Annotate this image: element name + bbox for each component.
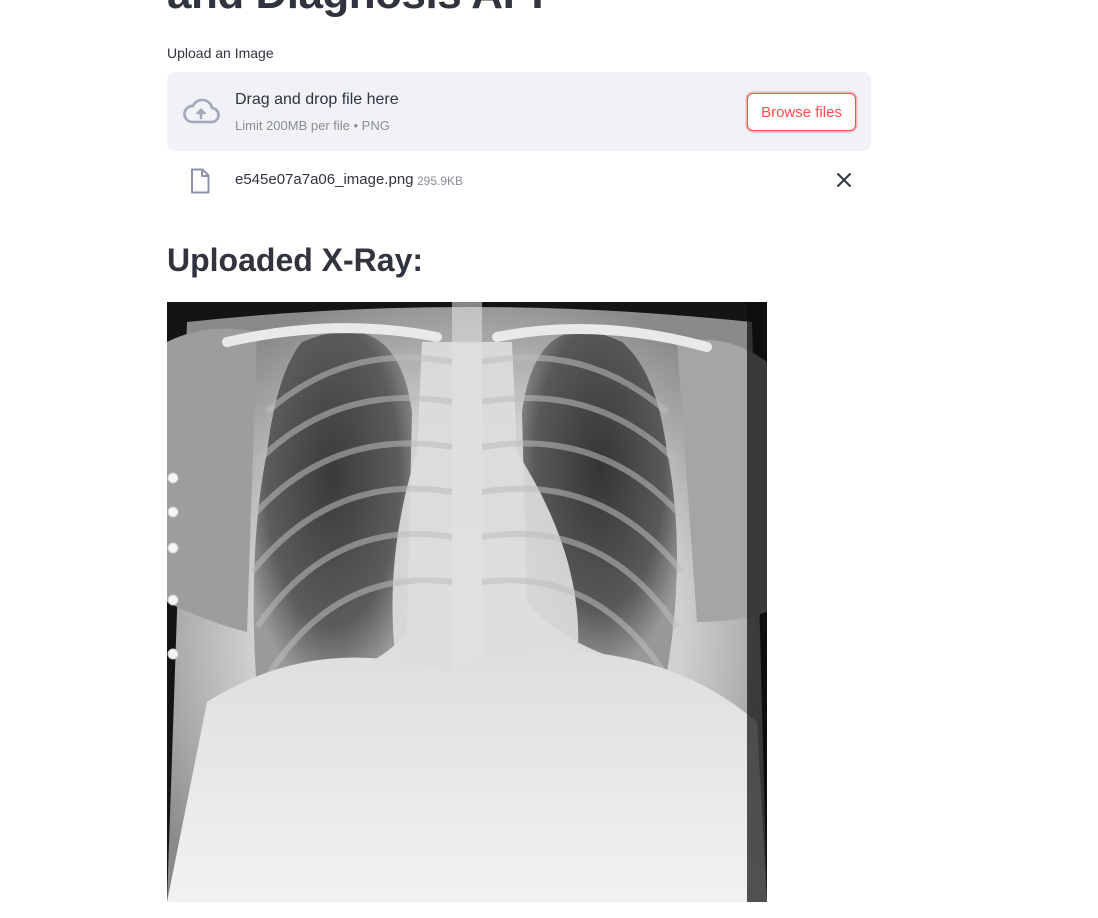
app-title: and Diagnosis API bbox=[167, 0, 544, 18]
cloud-upload-icon bbox=[183, 98, 220, 124]
uploaded-file-row: e545e07a7a06_image.png 295.9KB bbox=[167, 160, 871, 202]
file-dropzone[interactable]: Drag and drop file here Limit 200MB per … bbox=[167, 72, 871, 151]
close-icon[interactable] bbox=[833, 169, 855, 191]
uploaded-file-size: 295.9KB bbox=[417, 174, 464, 188]
uploaded-file-name: e545e07a7a06_image.png bbox=[235, 171, 414, 188]
xray-image bbox=[167, 302, 767, 902]
uploaded-xray-heading: Uploaded X-Ray: bbox=[167, 242, 424, 278]
chest-xray-illustration bbox=[167, 302, 767, 902]
file-icon bbox=[191, 168, 210, 194]
page: and Diagnosis API Upload an Image Drag a… bbox=[0, 0, 1098, 918]
dropzone-title: Drag and drop file here bbox=[235, 91, 399, 108]
upload-label: Upload an Image bbox=[167, 45, 274, 61]
browse-files-button[interactable]: Browse files bbox=[747, 93, 856, 131]
dropzone-limit: Limit 200MB per file • PNG bbox=[235, 118, 390, 133]
